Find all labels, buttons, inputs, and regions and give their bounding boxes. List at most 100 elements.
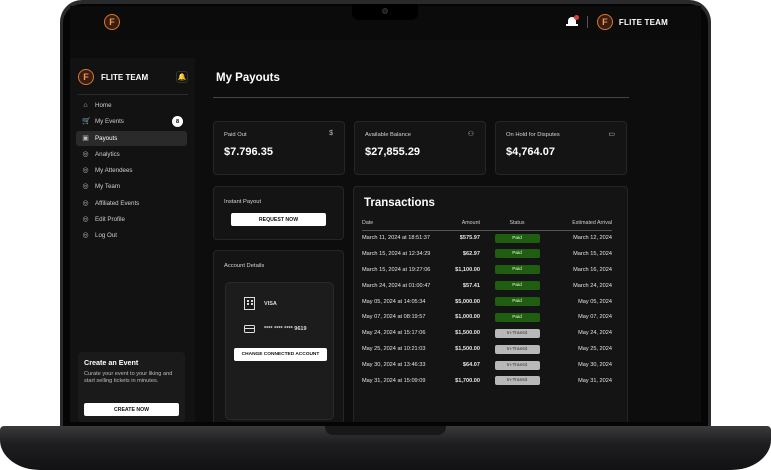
sidebar-item-label: My Attendees: [95, 167, 133, 175]
dollar-icon: $: [329, 130, 333, 137]
notification-bell-icon[interactable]: [565, 15, 579, 28]
cell-date: May 30, 2024 at 13:46:33: [362, 362, 426, 369]
account-details-label: Account Details: [224, 263, 265, 269]
sidebar-nav: ⌂ Home 🛒 My Events 8 ▣ Payouts ◎ Analytics ◎ My At…: [76, 98, 187, 245]
cell-date: May 07, 2024 at 08:19:57: [362, 314, 426, 321]
sidebar-team-header[interactable]: F FLITE TEAM 🔔: [78, 66, 188, 88]
sidebar-item-analytics[interactable]: ◎ Analytics: [76, 147, 187, 162]
table-row[interactable]: May 07, 2024 at 08:19:57 $1,000.00 Paid May…: [362, 309, 612, 325]
team-icon: ◎: [82, 183, 89, 191]
sidebar-team-avatar: F: [78, 69, 94, 85]
table-row[interactable]: May 31, 2024 at 15:09:09 $1,700.00 In-Tran…: [362, 373, 612, 389]
users-icon: ⚇: [467, 131, 474, 138]
cell-status: Paid: [480, 262, 554, 278]
status-badge: Paid: [494, 265, 540, 275]
change-connected-account-button[interactable]: CHANGE CONNECTED ACCOUNT: [234, 348, 327, 361]
sidebar-item-log-out[interactable]: ◎ Log Out: [76, 228, 187, 243]
brand-logo-icon[interactable]: F: [104, 14, 120, 30]
cell-amount: $1,000.00: [455, 314, 480, 321]
table-row[interactable]: March 15, 2024 at 12:34:29 $62.97 Paid Marc…: [362, 246, 612, 262]
status-badge: In-Transit: [494, 376, 540, 386]
sidebar-item-label: Log Out: [95, 232, 118, 240]
stat-label: On Hold for Disputes: [506, 132, 560, 138]
card-number: **** **** **** 9619: [264, 326, 307, 332]
cell-amount: $1,100.00: [455, 266, 480, 273]
cell-status: Paid: [480, 294, 554, 310]
table-row[interactable]: May 24, 2024 at 15:17:06 $1,500.00 In-Tran…: [362, 325, 612, 341]
sidebar-item-label: Edit Profile: [95, 216, 125, 224]
sidebar-team-name: FLITE TEAM: [101, 72, 149, 82]
sidebar-bell-icon[interactable]: 🔔: [176, 71, 188, 83]
cell-arrival: May 30, 2024: [578, 362, 612, 369]
status-badge: Paid: [494, 312, 540, 322]
table-row[interactable]: May 05, 2024 at 14:05:34 $5,000.00 Paid May…: [362, 294, 612, 310]
create-now-button[interactable]: CREATE NOW: [84, 403, 179, 416]
cell-amount: $1,500.00: [455, 330, 480, 337]
cart-icon: 🛒: [82, 118, 91, 126]
affiliate-icon: ◎: [82, 199, 89, 207]
main-content: My Payouts Paid Out $ $7.796.35 Availabl…: [195, 40, 701, 422]
table-row[interactable]: May 25, 2024 at 10:21:03 $1,500.00 In-Tran…: [362, 341, 612, 357]
cell-status: Paid: [480, 309, 554, 325]
table-row[interactable]: May 30, 2024 at 13:46:33 $64.07 In-Transit…: [362, 357, 612, 373]
top-divider: [586, 16, 588, 28]
status-badge: In-Transit: [494, 360, 540, 370]
notification-dot: [573, 15, 579, 20]
status-badge: Paid: [494, 281, 540, 291]
cell-amount: $64.07: [462, 362, 480, 369]
sidebar-item-edit-profile[interactable]: ◎ Edit Profile: [76, 212, 187, 227]
cell-amount: $1,700.00: [455, 377, 480, 384]
sidebar-item-label: Payouts: [95, 134, 118, 142]
top-right-controls: F FLITE TEAM: [565, 14, 668, 30]
status-badge: Paid: [494, 297, 540, 306]
sidebar-item-my-attendees[interactable]: ◎ My Attendees: [76, 163, 187, 178]
sidebar-item-home[interactable]: ⌂ Home: [76, 98, 187, 113]
cell-status: Paid: [480, 246, 554, 262]
instant-payout-label: Instant Payout: [224, 199, 262, 205]
status-badge: Paid: [494, 249, 540, 259]
header-date: Date: [362, 217, 442, 231]
cell-status: In-Transit: [480, 373, 554, 389]
sidebar-item-affiliated-events[interactable]: ◎ Affiliated Events: [76, 196, 187, 211]
cell-date: March 15, 2024 at 12:34:29: [362, 250, 431, 257]
card-icon: ▭: [608, 131, 615, 138]
top-team-name[interactable]: FLITE TEAM: [619, 18, 668, 27]
cell-arrival: March 15, 2024: [573, 250, 612, 257]
transactions-body: March 11, 2024 at 18:51:37 $575.97 Paid Mar…: [362, 230, 612, 389]
cell-date: May 31, 2024 at 15:09:09: [362, 377, 426, 384]
status-badge: Paid: [494, 233, 540, 243]
table-row[interactable]: March 24, 2024 at 01:00:47 $57.41 Paid Marc…: [362, 278, 612, 294]
attendees-icon: ◎: [82, 167, 89, 175]
cell-status: Paid: [480, 230, 554, 246]
transactions-table: Date Amount Status Estimated Arrival Mar…: [362, 217, 612, 389]
cell-date: March 24, 2024 at 01:00:47: [362, 282, 431, 289]
analytics-icon: ◎: [82, 150, 89, 158]
sidebar-item-payouts[interactable]: ▣ Payouts: [76, 130, 187, 146]
cell-date: May 24, 2024 at 15:17:06: [362, 330, 426, 337]
sidebar-item-my-events[interactable]: 🛒 My Events 8: [76, 114, 187, 129]
cell-arrival: May 07, 2024: [578, 314, 612, 321]
cell-arrival: March 16, 2024: [573, 266, 612, 273]
header-amount: Amount: [442, 217, 480, 231]
create-event-title: Create an Event: [84, 358, 139, 367]
create-event-description: Curate your event to your liking and sta…: [84, 371, 173, 385]
account-details-card: Account Details VISA **** **** **** 9619…: [213, 250, 344, 422]
card-number-row: **** **** **** 9619: [244, 325, 307, 333]
sidebar-item-my-team[interactable]: ◎ My Team: [76, 179, 187, 194]
team-avatar[interactable]: F: [596, 14, 613, 30]
table-row[interactable]: March 15, 2024 at 19:27:06 $1,100.00 Paid M…: [362, 262, 612, 278]
sidebar-item-label: My Events: [95, 118, 124, 126]
cell-arrival: March 12, 2024: [573, 235, 612, 242]
cell-arrival: March 24, 2024: [573, 282, 612, 289]
cell-date: March 11, 2024 at 18:51:37: [362, 235, 431, 242]
camera-icon: [382, 8, 388, 14]
request-now-button[interactable]: REQUEST NOW: [231, 213, 326, 226]
cell-date: May 25, 2024 at 10:21:03: [362, 346, 426, 353]
stat-label: Paid Out: [224, 132, 247, 138]
credit-card-icon: [244, 325, 255, 333]
stat-card-on-hold: On Hold for Disputes ▭ $4,764.07: [495, 121, 627, 175]
logout-icon: ◎: [82, 232, 89, 240]
events-count-badge: 8: [172, 116, 183, 128]
account-card: VISA **** **** **** 9619 CHANGE CONNECTE…: [225, 282, 334, 420]
table-row[interactable]: March 11, 2024 at 18:51:37 $575.97 Paid Mar…: [362, 230, 612, 246]
